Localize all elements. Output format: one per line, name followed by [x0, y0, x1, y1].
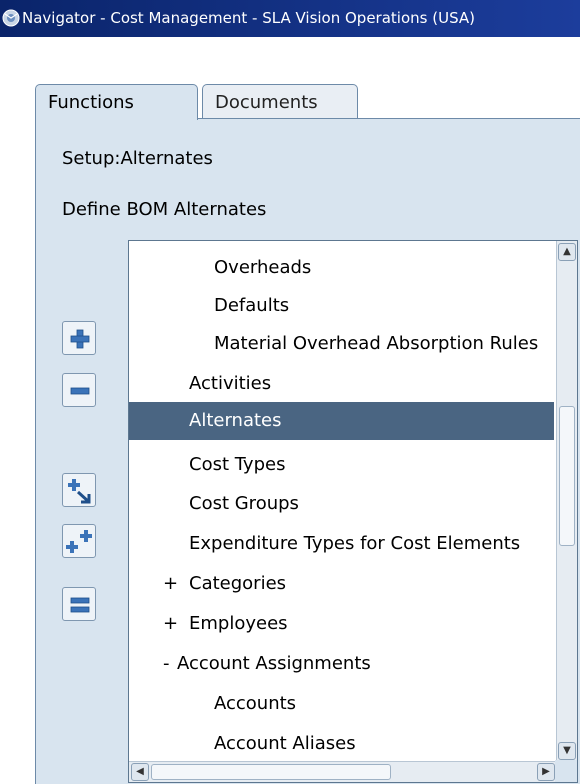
expand-branch-icon [68, 479, 91, 504]
tab-functions-label: Functions [48, 92, 134, 113]
scroll-left-icon[interactable]: ◀ [131, 763, 149, 781]
tree-item[interactable]: Cost Groups [129, 485, 554, 523]
collapse-all-button[interactable] [62, 587, 96, 621]
scroll-up-icon[interactable]: ▲ [558, 243, 576, 261]
collapse-all-icon [70, 597, 90, 613]
scroll-down-icon[interactable]: ▼ [558, 742, 576, 760]
scroll-right-icon[interactable]: ▶ [537, 763, 555, 781]
vertical-scroll-thumb[interactable] [559, 406, 575, 546]
horizontal-scroll-thumb[interactable] [151, 764, 391, 780]
collapse-marker[interactable]: - [129, 645, 177, 683]
tab-documents[interactable]: Documents [202, 84, 358, 119]
function-description: Define BOM Alternates [62, 199, 267, 220]
window-title: Navigator - Cost Management - SLA Vision… [22, 9, 475, 27]
tree-item[interactable]: Activities [129, 365, 554, 403]
collapse-button[interactable] [62, 373, 96, 407]
expand-all-icon [66, 530, 92, 553]
window-titlebar[interactable]: Navigator - Cost Management - SLA Vision… [0, 0, 580, 37]
function-tree[interactable]: Overheads Defaults Material Overhead Abs… [128, 240, 578, 783]
tree-item[interactable]: Account Aliases [129, 725, 554, 763]
plus-icon [70, 329, 90, 349]
expand-all-button[interactable] [62, 524, 96, 558]
expand-button[interactable] [62, 321, 96, 355]
tree-item[interactable]: + Categories [129, 565, 554, 603]
tree-item[interactable]: Cost Types [129, 446, 554, 484]
tree-item[interactable]: Defaults [129, 287, 554, 325]
tree-item[interactable]: - Account Assignments [129, 645, 554, 683]
breadcrumb: Setup:Alternates [62, 148, 213, 169]
tree-item[interactable]: Accounts [129, 685, 554, 723]
scroll-corner [555, 760, 577, 782]
tab-documents-label: Documents [215, 92, 318, 113]
expand-marker[interactable]: + [129, 565, 189, 603]
tree-item[interactable]: + Employees [129, 605, 554, 643]
expand-marker[interactable]: + [129, 605, 189, 643]
tab-functions[interactable]: Functions [35, 84, 198, 120]
horizontal-scrollbar[interactable]: ◀ ▶ [129, 761, 557, 782]
tree-item[interactable]: Expenditure Types for Cost Elements [129, 525, 554, 563]
tree-item[interactable]: Overheads [129, 249, 554, 287]
oracle-app-icon [2, 9, 20, 27]
tree-item[interactable]: Material Overhead Absorption Rules [129, 325, 554, 363]
minus-icon [70, 387, 90, 395]
vertical-scrollbar[interactable]: ▲ ▼ [556, 241, 577, 762]
expand-branch-button[interactable] [62, 473, 96, 507]
tree-item-selected[interactable]: Alternates [129, 402, 554, 440]
